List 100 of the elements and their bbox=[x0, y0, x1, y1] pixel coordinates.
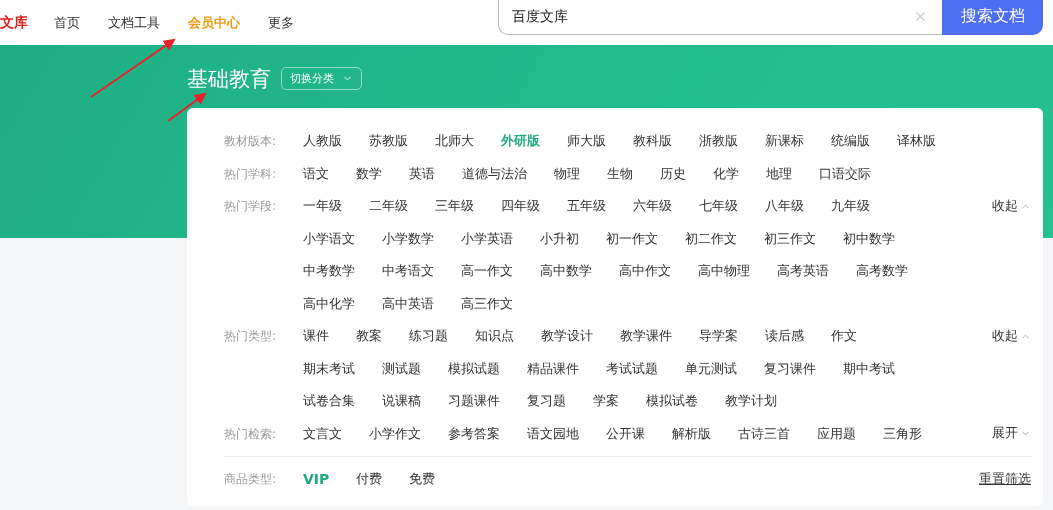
filter-option[interactable]: 免费 bbox=[409, 463, 436, 496]
filter-option[interactable]: 习题课件 bbox=[448, 385, 500, 418]
filter-option[interactable]: 解析版 bbox=[672, 417, 711, 450]
filter-option[interactable]: 三角形 bbox=[883, 417, 922, 450]
filter-option[interactable]: 四年级 bbox=[501, 190, 540, 223]
filter-option[interactable]: 九年级 bbox=[831, 190, 870, 223]
filter-label: 教材版本: bbox=[224, 133, 278, 150]
filter-option[interactable]: 译林版 bbox=[897, 125, 936, 158]
filter-option[interactable]: 小学数学 bbox=[382, 222, 434, 255]
clear-icon[interactable] bbox=[913, 9, 928, 24]
filter-option[interactable]: 模拟试卷 bbox=[646, 385, 698, 418]
filter-option[interactable]: 考试试题 bbox=[606, 352, 658, 385]
filter-option[interactable]: 古诗三首 bbox=[738, 417, 790, 450]
filter-option[interactable]: 练习题 bbox=[409, 320, 448, 353]
filter-option[interactable]: 高中作文 bbox=[619, 255, 671, 288]
filter-label: 热门类型: bbox=[224, 328, 278, 345]
filter-option[interactable]: 高考英语 bbox=[777, 255, 829, 288]
filter-option[interactable]: 模拟试题 bbox=[448, 352, 500, 385]
filter-option[interactable]: 数学 bbox=[356, 157, 382, 190]
filter-option[interactable]: 初二作文 bbox=[685, 222, 737, 255]
filter-option[interactable]: 初中数学 bbox=[843, 222, 895, 255]
filter-option[interactable]: 物理 bbox=[554, 157, 580, 190]
filter-option[interactable]: 读后感 bbox=[765, 320, 804, 353]
filter-option[interactable]: 小学语文 bbox=[303, 222, 355, 255]
filter-option[interactable]: 七年级 bbox=[699, 190, 738, 223]
filter-option[interactable]: 高中化学 bbox=[303, 287, 355, 320]
filter-option[interactable]: 复习课件 bbox=[764, 352, 816, 385]
filter-option[interactable]: 教学设计 bbox=[541, 320, 593, 353]
filter-option[interactable]: 小学英语 bbox=[461, 222, 513, 255]
filter-option[interactable]: 六年级 bbox=[633, 190, 672, 223]
filter-option[interactable]: 小升初 bbox=[540, 222, 579, 255]
logo[interactable]: 文库 bbox=[0, 13, 28, 32]
filter-option[interactable]: 文言文 bbox=[303, 417, 342, 450]
filter-option[interactable]: 高一作文 bbox=[461, 255, 513, 288]
filter-label: 热门学段: bbox=[224, 198, 278, 215]
filter-option[interactable]: 精品课件 bbox=[527, 352, 579, 385]
filter-option[interactable]: 新课标 bbox=[765, 125, 804, 158]
filter-option[interactable]: 道德与法治 bbox=[462, 157, 527, 190]
filter-option[interactable]: 八年级 bbox=[765, 190, 804, 223]
filter-option[interactable]: 教学课件 bbox=[620, 320, 672, 353]
filter-option[interactable]: 地理 bbox=[766, 157, 792, 190]
filter-label: 热门学科: bbox=[224, 165, 278, 183]
nav-link[interactable]: 首页 bbox=[54, 13, 80, 32]
toggle-button[interactable]: 展开 bbox=[992, 417, 1031, 450]
filter-option[interactable]: 英语 bbox=[409, 157, 435, 190]
filter-option[interactable]: 应用题 bbox=[817, 417, 856, 450]
toggle-button[interactable]: 收起 bbox=[992, 190, 1031, 223]
filter-option[interactable]: 公开课 bbox=[606, 417, 645, 450]
filter-option[interactable]: 小学作文 bbox=[369, 417, 421, 450]
filter-option[interactable]: 浙教版 bbox=[699, 125, 738, 158]
nav-link[interactable]: 更多 bbox=[268, 13, 294, 32]
filter-option[interactable]: 化学 bbox=[713, 157, 739, 190]
filter-option[interactable]: 教学计划 bbox=[725, 385, 777, 418]
filter-option[interactable]: 知识点 bbox=[475, 320, 514, 353]
search-button[interactable]: 搜索文档 bbox=[942, 0, 1043, 35]
search-field[interactable]: 百度文库 bbox=[498, 0, 942, 35]
filter-option[interactable]: 二年级 bbox=[369, 190, 408, 223]
filter-option[interactable]: 人教版 bbox=[303, 125, 342, 158]
nav-link[interactable]: 文档工具 bbox=[108, 13, 160, 32]
filter-option[interactable]: 一年级 bbox=[303, 190, 342, 223]
filter-option[interactable]: 高中物理 bbox=[698, 255, 750, 288]
filter-option[interactable]: 学案 bbox=[593, 385, 619, 418]
filter-option[interactable]: 参考答案 bbox=[448, 417, 500, 450]
filter-option[interactable]: 苏教版 bbox=[369, 125, 408, 158]
filter-option[interactable]: 课件 bbox=[303, 320, 329, 353]
filter-option[interactable]: 单元测试 bbox=[685, 352, 737, 385]
filter-option[interactable]: 语文 bbox=[303, 157, 329, 190]
filter-option[interactable]: 教案 bbox=[356, 320, 382, 353]
reset-link[interactable]: 重置筛选 bbox=[979, 463, 1031, 496]
filter-option[interactable]: 生物 bbox=[607, 157, 633, 190]
filter-option[interactable]: 高考数学 bbox=[856, 255, 908, 288]
filter-option[interactable]: 五年级 bbox=[567, 190, 606, 223]
filter-label: 商品类型: bbox=[224, 471, 278, 488]
filter-option[interactable]: 中考数学 bbox=[303, 255, 355, 288]
filter-option[interactable]: 统编版 bbox=[831, 125, 870, 158]
filter-option[interactable]: 试卷合集 bbox=[303, 385, 355, 418]
filter-option[interactable]: 高三作文 bbox=[461, 287, 513, 320]
filter-option[interactable]: 初一作文 bbox=[606, 222, 658, 255]
filter-option[interactable]: 期中考试 bbox=[843, 352, 895, 385]
filter-option[interactable]: 口语交际 bbox=[819, 157, 871, 190]
filter-label: 热门检索: bbox=[224, 425, 278, 443]
filter-option[interactable]: 北师大 bbox=[435, 125, 474, 158]
filter-option[interactable]: 高中英语 bbox=[382, 287, 434, 320]
filter-option[interactable]: 复习题 bbox=[527, 385, 566, 418]
filter-option[interactable]: 说课稿 bbox=[382, 385, 421, 418]
filter-option[interactable]: 教科版 bbox=[633, 125, 672, 158]
filter-option[interactable]: 中考语文 bbox=[382, 255, 434, 288]
filter-option[interactable]: 期末考试 bbox=[303, 352, 355, 385]
filter-option[interactable]: 导学案 bbox=[699, 320, 738, 353]
filter-option[interactable]: 测试题 bbox=[382, 352, 421, 385]
filter-option[interactable]: 高中数学 bbox=[540, 255, 592, 288]
filter-option[interactable]: 作文 bbox=[831, 320, 857, 353]
page-title: 基础教育 bbox=[187, 66, 271, 93]
filter-option[interactable]: 语文园地 bbox=[527, 417, 579, 450]
toggle-button[interactable]: 收起 bbox=[992, 320, 1031, 353]
filter-option[interactable]: 师大版 bbox=[567, 125, 606, 158]
filter-option[interactable]: 三年级 bbox=[435, 190, 474, 223]
filter-option[interactable]: 初三作文 bbox=[764, 222, 816, 255]
filter-option[interactable]: 付费 bbox=[356, 463, 383, 496]
filter-option[interactable]: 历史 bbox=[660, 157, 686, 190]
